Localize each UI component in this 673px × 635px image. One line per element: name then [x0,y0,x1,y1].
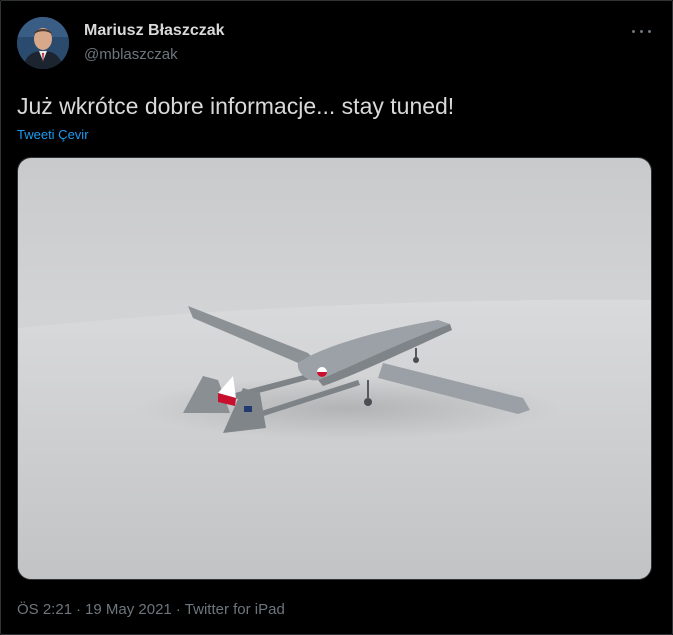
tweet-media-image[interactable] [17,157,652,580]
tweet-card: Mariusz Błaszczak @mblaszczak Już wkrótc… [0,0,673,635]
author-handle[interactable]: @mblaszczak [84,46,178,63]
tweet-text: Już wkrótce dobre informacje... stay tun… [17,93,455,119]
avatar[interactable] [17,17,69,69]
more-dot [640,30,643,33]
drone-model-photo [18,158,651,579]
more-dot [648,30,651,33]
translate-tweet-link[interactable]: Tweeti Çevir [17,127,89,142]
meta-separator: · [175,601,181,618]
tweet-time[interactable]: ÖS 2:21 [17,601,72,618]
tweet-date[interactable]: 19 May 2021 [85,601,172,618]
tweet-metadata: ÖS 2:21 · 19 May 2021 · Twitter for iPad [17,601,285,618]
more-button[interactable] [630,25,654,39]
author-name[interactable]: Mariusz Błaszczak [84,22,225,40]
more-dots-icon [632,30,635,33]
avatar-photo [17,17,69,69]
tweet-source[interactable]: Twitter for iPad [185,601,285,618]
meta-separator: · [76,601,82,618]
